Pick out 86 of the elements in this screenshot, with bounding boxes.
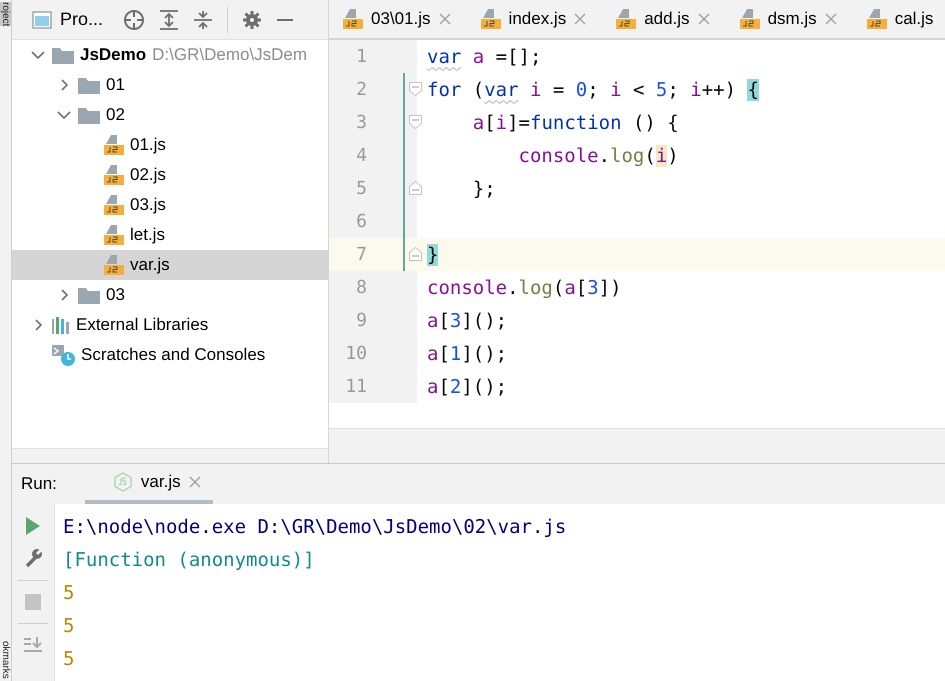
tool-window-label[interactable]: okmarks — [0, 641, 11, 679]
console-output-line: 5 — [63, 580, 76, 606]
line-number: 5 — [355, 178, 367, 199]
js-file-icon — [104, 165, 124, 185]
line-number: 11 — [344, 376, 367, 397]
chevron-right-icon[interactable] — [33, 318, 43, 332]
folder-icon — [52, 46, 74, 64]
close-icon[interactable] — [438, 13, 451, 25]
console-output-line: 5 — [63, 614, 76, 638]
console-output-line: E:\node\node.exe D:\GR\Demo\JsDemo\02\var.js — [63, 514, 566, 540]
panel-window-icon[interactable] — [32, 10, 52, 28]
close-icon[interactable] — [824, 13, 837, 25]
tool-window-label[interactable]: roject — [0, 2, 11, 26]
code-line: a[i]=function () { — [472, 110, 680, 136]
run-tab[interactable]: var.js — [84, 464, 213, 504]
close-icon[interactable] — [698, 13, 710, 25]
scroll-to-end-icon[interactable] — [23, 636, 43, 654]
stop-icon[interactable] — [24, 593, 42, 611]
line-number: 3 — [355, 112, 367, 133]
js-file-icon — [616, 9, 636, 29]
code-line: }; — [472, 176, 497, 202]
fold-marker-icon[interactable] — [409, 82, 422, 96]
code-line: a[3](); — [426, 308, 508, 334]
library-bars-icon — [52, 316, 70, 334]
expand-all-icon[interactable] — [159, 10, 180, 30]
line-number: 7 — [355, 244, 367, 265]
tree-item-label[interactable]: var.js — [130, 255, 170, 275]
tree-item-label[interactable]: JsDemo — [80, 45, 146, 65]
js-file-icon — [740, 9, 760, 29]
tree-item-label[interactable]: 03 — [106, 285, 125, 305]
tree-item-label[interactable]: External Libraries — [76, 315, 208, 335]
folder-icon — [78, 286, 100, 304]
panel-title[interactable]: Pro... — [60, 9, 104, 30]
code-line: var a =[]; — [426, 44, 542, 70]
tree-item-label[interactable]: let.js — [130, 225, 165, 245]
chevron-right-icon[interactable] — [59, 288, 69, 302]
line-number: 2 — [355, 79, 367, 100]
node-hexagon-icon — [112, 472, 133, 492]
editor-tab[interactable]: dsm.js — [726, 0, 853, 38]
tree-item-label[interactable]: 02 — [106, 105, 125, 125]
code-line: for (var i = 0; i < 5; i++) { — [426, 78, 760, 102]
line-number: 8 — [355, 277, 367, 298]
js-file-icon — [104, 225, 124, 245]
js-file-icon — [343, 9, 363, 29]
chevron-right-icon[interactable] — [59, 78, 69, 92]
close-icon[interactable] — [574, 13, 586, 25]
horizontal-scrollbar[interactable] — [12, 448, 328, 463]
close-icon[interactable] — [188, 476, 201, 488]
js-file-icon — [104, 255, 124, 275]
fold-marker-icon[interactable] — [409, 181, 422, 195]
line-number: 1 — [355, 46, 367, 67]
line-number: 4 — [355, 145, 367, 166]
tree-item-label[interactable]: 02.js — [130, 165, 166, 185]
console-clock-icon — [52, 344, 75, 366]
console-output-line: [Function (anonymous)] — [63, 548, 316, 572]
tree-item-label[interactable]: 01.js — [130, 135, 166, 155]
editor-tab[interactable]: 03\01.js — [329, 0, 467, 38]
console-output-line: 5 — [63, 646, 76, 672]
js-file-icon — [866, 9, 887, 29]
wrench-icon[interactable] — [23, 548, 43, 568]
code-line: console.log(a[3]) — [426, 276, 623, 300]
tree-item-label[interactable]: Scratches and Consoles — [81, 345, 266, 365]
fold-marker-icon[interactable] — [409, 247, 422, 261]
code-line: a[2](); — [426, 374, 508, 400]
run-label: Run: — [21, 474, 57, 494]
editor-tab[interactable]: cal.js — [852, 0, 945, 38]
js-file-icon — [480, 9, 501, 29]
js-file-icon — [104, 135, 124, 155]
folder-icon — [78, 76, 100, 94]
fold-marker-icon[interactable] — [409, 115, 422, 129]
editor-tab[interactable]: index.js — [466, 0, 602, 38]
settings-icon[interactable] — [242, 10, 262, 30]
code-line: console.log(i) — [518, 144, 680, 168]
folder-icon — [78, 106, 100, 124]
line-number: 10 — [344, 343, 367, 364]
code-line: a[1](); — [426, 342, 508, 366]
tree-item-label[interactable]: 01 — [106, 75, 125, 95]
crosshair-icon[interactable] — [123, 8, 146, 30]
run-icon[interactable] — [24, 516, 42, 536]
editor-tab[interactable]: add.js — [602, 0, 726, 38]
line-number: 9 — [355, 310, 367, 331]
line-number: 6 — [355, 211, 367, 232]
tree-item-label[interactable]: 03.js — [130, 195, 166, 215]
project-path: D:\GR\Demo\JsDem — [152, 45, 308, 65]
collapse-all-icon[interactable] — [193, 10, 214, 30]
js-file-icon — [104, 195, 124, 215]
